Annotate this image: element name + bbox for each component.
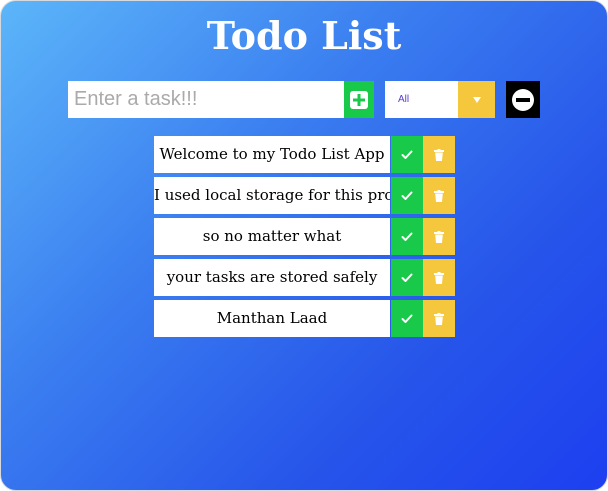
todo-text: your tasks are stored safely	[154, 259, 390, 296]
todo-text: I used local storage for this projekt	[154, 177, 390, 214]
complete-button[interactable]	[391, 259, 423, 296]
trash-icon	[434, 148, 444, 161]
filter-select[interactable]: All	[385, 81, 495, 118]
todo-item: Manthan Laad	[154, 300, 455, 337]
delete-button[interactable]	[423, 218, 455, 255]
add-task-button[interactable]	[344, 81, 374, 118]
todo-list: Welcome to my Todo List App I used local …	[154, 136, 455, 341]
complete-button[interactable]	[391, 300, 423, 337]
todo-item: so no matter what	[154, 218, 455, 255]
check-icon	[401, 191, 413, 200]
app-window: Todo List All Welcome to my Todo List Ap…	[0, 0, 608, 491]
minus-circle-icon	[512, 88, 534, 111]
todo-text: so no matter what	[154, 218, 390, 255]
trash-icon	[434, 271, 444, 284]
complete-button[interactable]	[391, 136, 423, 173]
trash-icon	[434, 230, 444, 243]
task-input[interactable]	[68, 81, 344, 118]
filter-selected-value: All	[398, 94, 410, 105]
delete-button[interactable]	[423, 259, 455, 296]
check-icon	[401, 150, 413, 159]
plus-square-icon	[350, 90, 368, 109]
clear-tasks-button[interactable]	[506, 81, 540, 118]
complete-button[interactable]	[391, 218, 423, 255]
complete-button[interactable]	[391, 177, 423, 214]
trash-icon	[434, 312, 444, 325]
delete-button[interactable]	[423, 136, 455, 173]
delete-button[interactable]	[423, 300, 455, 337]
trash-icon	[434, 189, 444, 202]
delete-button[interactable]	[423, 177, 455, 214]
todo-text: Manthan Laad	[154, 300, 390, 337]
todo-item: Welcome to my Todo List App	[154, 136, 455, 173]
check-icon	[401, 232, 413, 241]
filter-dropdown-button[interactable]	[458, 81, 495, 118]
caret-down-icon	[472, 96, 481, 103]
page-title: Todo List	[206, 13, 402, 58]
todo-text: Welcome to my Todo List App	[154, 136, 390, 173]
check-icon	[401, 273, 413, 282]
todo-item: your tasks are stored safely	[154, 259, 455, 296]
check-icon	[401, 314, 413, 323]
todo-item: I used local storage for this projekt	[154, 177, 455, 214]
